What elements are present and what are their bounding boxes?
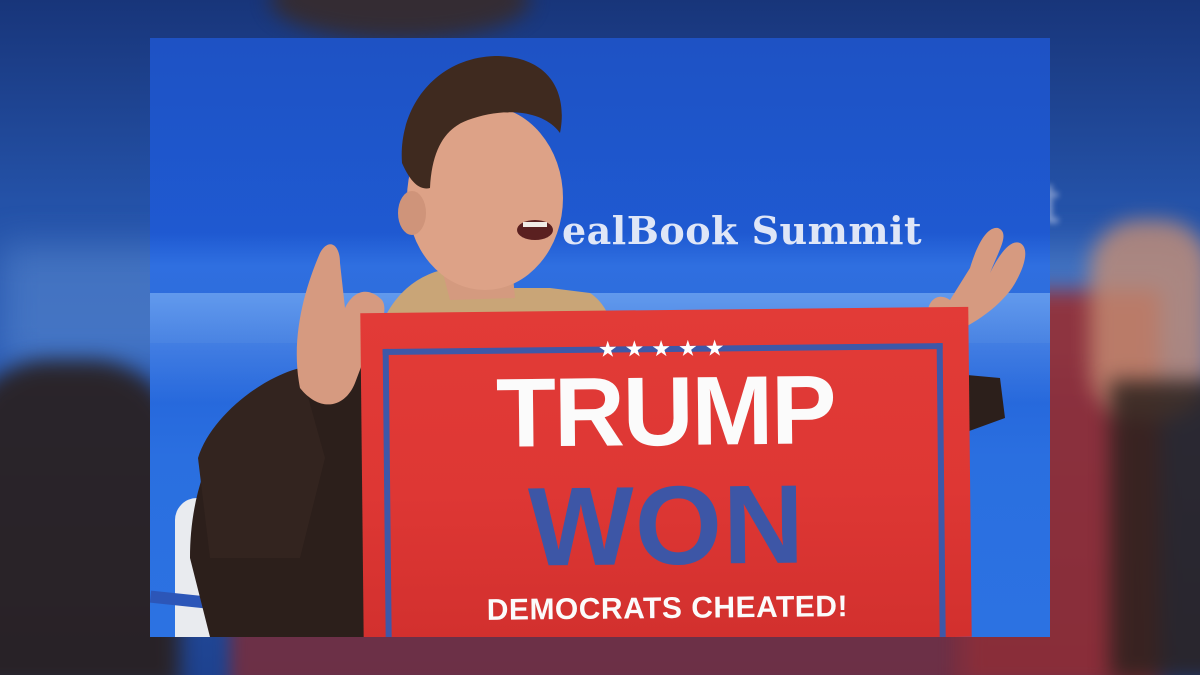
trump-won-flag: ★★★★★ TRUMP WON DEMOCRATS CHEATED!	[360, 306, 972, 637]
flag-text-trump: TRUMP	[495, 354, 836, 468]
jacket-left-arm	[198, 368, 325, 558]
backdrop-jacket-right	[1110, 380, 1200, 675]
teeth	[523, 222, 547, 227]
ear	[398, 191, 426, 235]
main-photo: ealBook Summit ★★★★★ TRUMP WON DEMOCRATS…	[150, 38, 1050, 637]
backdrop-head-blur	[270, 0, 530, 40]
flag-text-won: WON	[527, 461, 806, 590]
flag-text-democrats-cheated: DEMOCRATS CHEATED!	[486, 590, 849, 627]
